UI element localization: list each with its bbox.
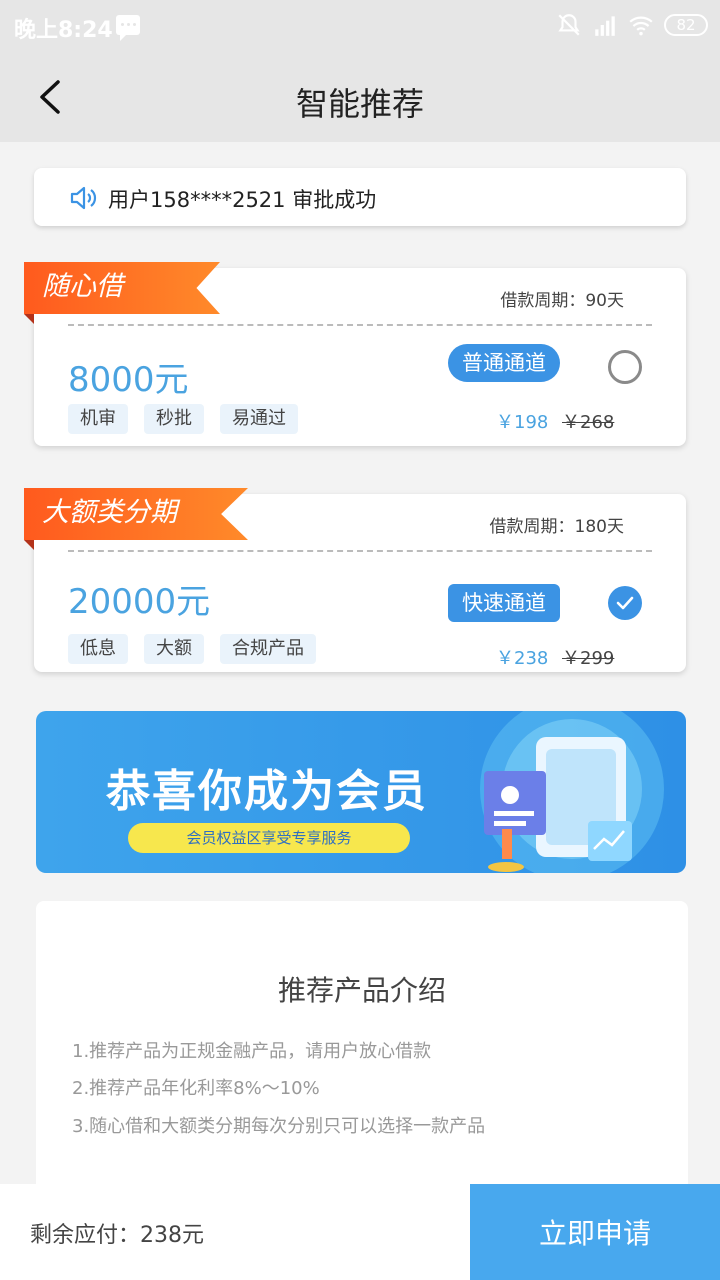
- remaining-payment: 剩余应付：238元: [30, 1223, 204, 1248]
- loan-period: 借款周期：180天: [489, 517, 624, 537]
- message-icon: [116, 15, 140, 41]
- speaker-icon: [70, 186, 97, 210]
- dashed-divider: [68, 550, 652, 552]
- original-price: ￥268: [562, 412, 615, 433]
- current-price: ￥198: [496, 412, 549, 433]
- ribbon-fold: [24, 314, 34, 324]
- apply-now-button[interactable]: 立即申请: [470, 1184, 720, 1280]
- battery-indicator: 82: [664, 14, 708, 36]
- product-tag: 易通过: [220, 404, 298, 434]
- member-banner[interactable]: 恭喜你成为会员 会员权益区享受专享服务: [36, 711, 686, 873]
- product-intro-panel: 推荐产品介绍 1.推荐产品为正规金融产品，请用户放心借款 2.推荐产品年化利率8…: [36, 901, 688, 1201]
- select-radio-unchecked[interactable]: [608, 350, 642, 384]
- product-name-ribbon: 随心借: [24, 262, 220, 314]
- status-time: 晚上8:24: [14, 18, 113, 43]
- banner-title: 恭喜你成为会员: [106, 766, 428, 817]
- status-bar: 晚上8:24 82: [0, 0, 720, 52]
- product-tags: 低息 大额 合规产品: [68, 634, 316, 664]
- intro-line: 1.推荐产品为正规金融产品，请用户放心借款: [72, 1041, 432, 1062]
- checkmark-icon: [616, 596, 634, 610]
- approval-notice: 用户158****2521 审批成功: [34, 168, 686, 226]
- member-illustration-icon: [480, 711, 664, 873]
- intro-line: 2.推荐产品年化利率8%～10%: [72, 1078, 320, 1099]
- product-tags: 机审 秒批 易通过: [68, 404, 298, 434]
- current-price: ￥238: [496, 648, 549, 669]
- product-tag: 大额: [144, 634, 204, 664]
- page-title: 智能推荐: [295, 85, 424, 123]
- loan-amount: 8000元: [68, 360, 189, 400]
- loan-period: 借款周期：90天: [500, 291, 624, 311]
- intro-title: 推荐产品介绍: [277, 974, 446, 1007]
- product-name-ribbon: 大额类分期: [24, 488, 248, 540]
- select-check-checked[interactable]: [608, 586, 642, 620]
- channel-badge-fast[interactable]: 快速通道: [448, 584, 560, 622]
- bottom-bar: 剩余应付：238元 立即申请: [0, 1184, 720, 1280]
- product-card-suixinjie[interactable]: 随心借 借款周期：90天 8000元 机审 秒批 易通过 普通通道 ￥198 ￥…: [24, 262, 686, 446]
- product-card-large-installment[interactable]: 大额类分期 借款周期：180天 20000元 低息 大额 合规产品 快速通道 ￥…: [24, 488, 686, 672]
- product-tag: 秒批: [144, 404, 204, 434]
- loan-amount: 20000元: [68, 582, 211, 622]
- channel-badge-normal[interactable]: 普通通道: [448, 344, 560, 382]
- original-price: ￥299: [562, 648, 615, 669]
- product-tag: 机审: [68, 404, 128, 434]
- mute-bell-icon: [558, 14, 580, 36]
- banner-subtitle: 会员权益区享受专享服务: [128, 823, 410, 853]
- product-tag: 低息: [68, 634, 128, 664]
- intro-line: 3.随心借和大额类分期每次分别只可以选择一款产品: [72, 1116, 486, 1137]
- ribbon-fold: [24, 540, 34, 550]
- signal-icon: [595, 16, 615, 36]
- product-tag: 合规产品: [220, 634, 316, 664]
- status-icons: 82: [556, 12, 708, 38]
- wifi-icon: [629, 16, 653, 36]
- dashed-divider: [68, 324, 652, 326]
- notice-text: 用户158****2521 审批成功: [108, 188, 377, 212]
- title-bar: 智能推荐: [0, 52, 720, 142]
